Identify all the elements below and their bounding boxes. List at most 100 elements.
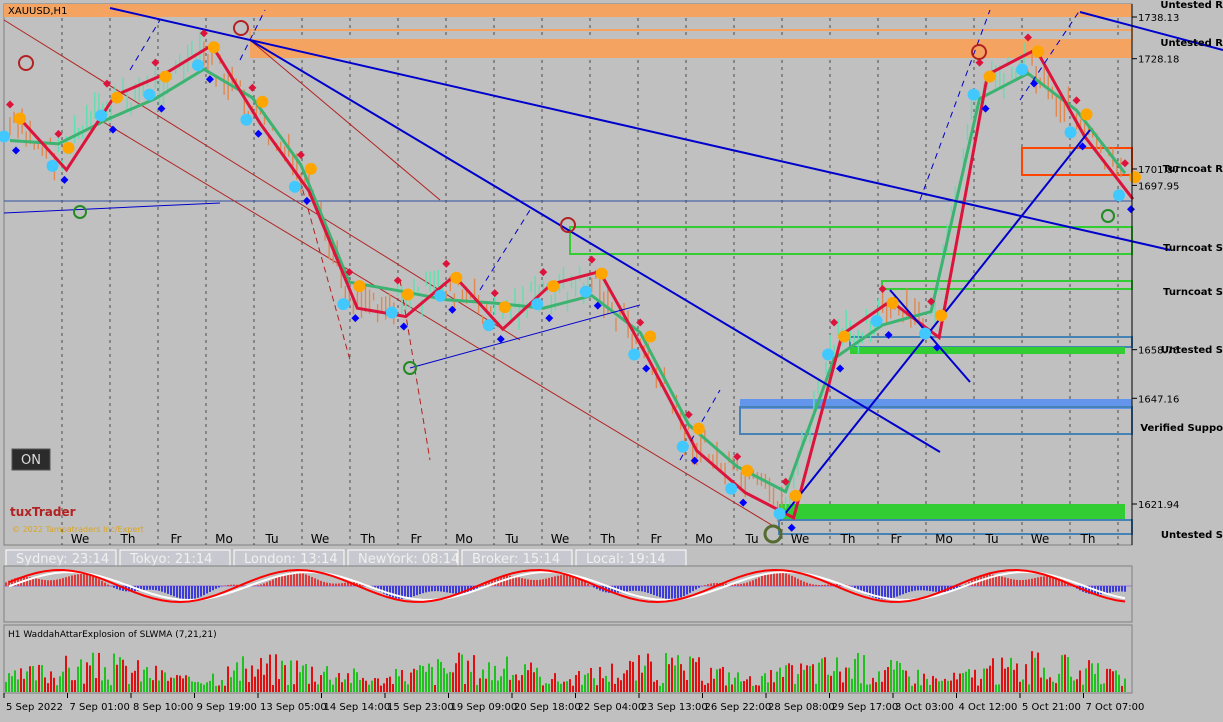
- session-clock-label: Sydney: 23:14: [16, 552, 109, 567]
- date-label: 13 Sep 05:00: [260, 702, 327, 713]
- date-label: 26 Sep 22:00: [705, 702, 772, 713]
- day-label: Th: [840, 532, 856, 546]
- cyan-circle-marker: [725, 482, 738, 495]
- sell-diamond-marker: [151, 58, 160, 67]
- resistance-zone-filled: [250, 40, 1132, 58]
- day-label: Tu: [744, 532, 758, 546]
- resistance-target-icon: [18, 55, 34, 71]
- date-label: 29 Sep 17:00: [832, 702, 899, 713]
- day-label: We: [71, 532, 90, 546]
- orange-circle-marker: [353, 280, 366, 293]
- zone-label: Verified Suppo: [1140, 423, 1223, 434]
- sell-diamond-marker: [1072, 96, 1081, 105]
- orange-circle-marker: [1032, 45, 1045, 58]
- orange-circle-marker: [692, 422, 705, 435]
- date-label: 22 Sep 04:00: [578, 702, 645, 713]
- date-label: 7 Sep 01:00: [70, 702, 130, 713]
- orange-circle-marker: [935, 309, 948, 322]
- day-label: Mo: [455, 532, 473, 546]
- buy-diamond-marker: [60, 175, 69, 184]
- on-button[interactable]: ON: [11, 448, 51, 471]
- day-label: Th: [120, 532, 136, 546]
- day-labels: We Th Fr Mo Tu We Th Fr Mo Tu We Th Fr Mo Tu We Th Fr Mo Tu…: [71, 532, 1096, 546]
- buy-diamond-marker: [302, 196, 311, 205]
- buy-diamond-marker: [254, 129, 263, 138]
- cyan-circle-marker: [676, 440, 689, 453]
- cyan-circle-marker: [94, 109, 107, 122]
- day-label: Mo: [695, 532, 713, 546]
- buy-diamond-marker: [642, 364, 651, 373]
- cyan-circle-marker: [773, 507, 786, 520]
- session-clock-label: Local: 19:14: [586, 552, 666, 567]
- date-label: 7 Oct 07:00: [1086, 702, 1145, 713]
- resistance-target-icon: [233, 20, 249, 36]
- brand-label: tuxTrader: [10, 505, 76, 519]
- buy-diamond-marker: [448, 305, 457, 314]
- on-button-label[interactable]: ON: [21, 453, 41, 468]
- day-label: We: [791, 532, 810, 546]
- day-label: Mo: [935, 532, 953, 546]
- day-label: Th: [360, 532, 376, 546]
- date-label: 23 Sep 13:00: [641, 702, 708, 713]
- orange-circle-marker: [304, 162, 317, 175]
- buy-diamond-marker: [1127, 205, 1135, 214]
- session-clock-label: NewYork: 08:14: [358, 552, 459, 567]
- trading-chart[interactable]: 1738.13 1728.18 1701.87 1697.95 1658.76 1647.…: [0, 0, 1223, 718]
- buy-diamond-marker: [351, 314, 360, 323]
- verified-support-zone: [739, 406, 1133, 435]
- orange-circle-marker: [789, 489, 802, 502]
- day-label: Fr: [651, 532, 662, 546]
- sell-diamond-marker: [442, 259, 451, 268]
- buy-diamond-marker: [399, 322, 408, 331]
- day-label: Fr: [411, 532, 422, 546]
- date-label: 4 Oct 12:00: [959, 702, 1018, 713]
- price-label: 1647.16: [1138, 394, 1179, 405]
- zone-label: Untested S: [1161, 530, 1223, 541]
- day-label: Fr: [171, 532, 182, 546]
- cyan-circle-marker: [434, 289, 447, 302]
- untested-support-zone-low-fill: [779, 504, 1125, 521]
- sell-diamond-marker: [54, 129, 63, 138]
- orange-circle-marker: [256, 95, 269, 108]
- cyan-circle-marker: [1016, 63, 1029, 76]
- orange-circle-marker: [159, 70, 172, 83]
- buy-diamond-marker: [787, 523, 796, 532]
- day-label: Th: [600, 532, 616, 546]
- day-label: We: [311, 532, 330, 546]
- day-label: Mo: [215, 532, 233, 546]
- untested-support-zone-low: [778, 519, 1133, 535]
- date-label: 14 Sep 14:00: [324, 702, 391, 713]
- sell-diamond-marker: [248, 83, 257, 92]
- chart-canvas[interactable]: 1738.131728.181701.871697.951658.761647.…: [0, 0, 1223, 718]
- session-clock-bar: Sydney: 23:14 Tokyo: 21:14 London: 13:14 Ne…: [5, 549, 687, 567]
- date-label: 5 Oct 21:00: [1022, 702, 1081, 713]
- cyan-circle-marker: [919, 327, 932, 340]
- buy-diamond-marker: [739, 498, 748, 507]
- cyan-circle-marker: [1064, 126, 1077, 139]
- date-axis: 5 Sep 2022 7 Sep 01:00 8 Sep 10:00 9 Sep 19…: [3, 693, 1145, 713]
- orange-circle-marker: [741, 464, 754, 477]
- sell-diamond-marker: [490, 289, 499, 298]
- date-label: 15 Sep 23:00: [387, 702, 454, 713]
- cyan-circle-marker: [288, 180, 301, 193]
- sell-diamond-marker: [539, 268, 548, 277]
- turncoat-support-zone-2: [881, 280, 1133, 290]
- date-label: 5 Sep 2022: [6, 702, 63, 713]
- orange-circle-marker: [983, 70, 996, 83]
- price-label: 1728.18: [1138, 55, 1179, 66]
- cyan-circle-marker: [385, 306, 398, 319]
- sell-diamond-marker: [102, 79, 111, 88]
- price-label: 1738.13: [1138, 13, 1179, 24]
- candle-clusters: [9, 31, 1122, 522]
- cyan-circle-marker: [967, 88, 980, 101]
- zone-label: Untested R: [1160, 0, 1223, 11]
- session-clock-label: Broker: 15:14: [472, 552, 560, 567]
- buy-diamond-marker: [205, 75, 214, 84]
- orange-circle-marker: [207, 41, 220, 54]
- untested-support-zone-fill: [850, 347, 1125, 354]
- orange-circle-marker: [498, 301, 511, 314]
- waddah-attar-histogram: [5, 651, 1126, 692]
- sell-diamond-marker: [1121, 159, 1129, 168]
- indicator-title: H1 WaddahAttarExplosion of SLWMA (7,21,2…: [8, 630, 217, 640]
- price-label: 1697.95: [1138, 181, 1179, 192]
